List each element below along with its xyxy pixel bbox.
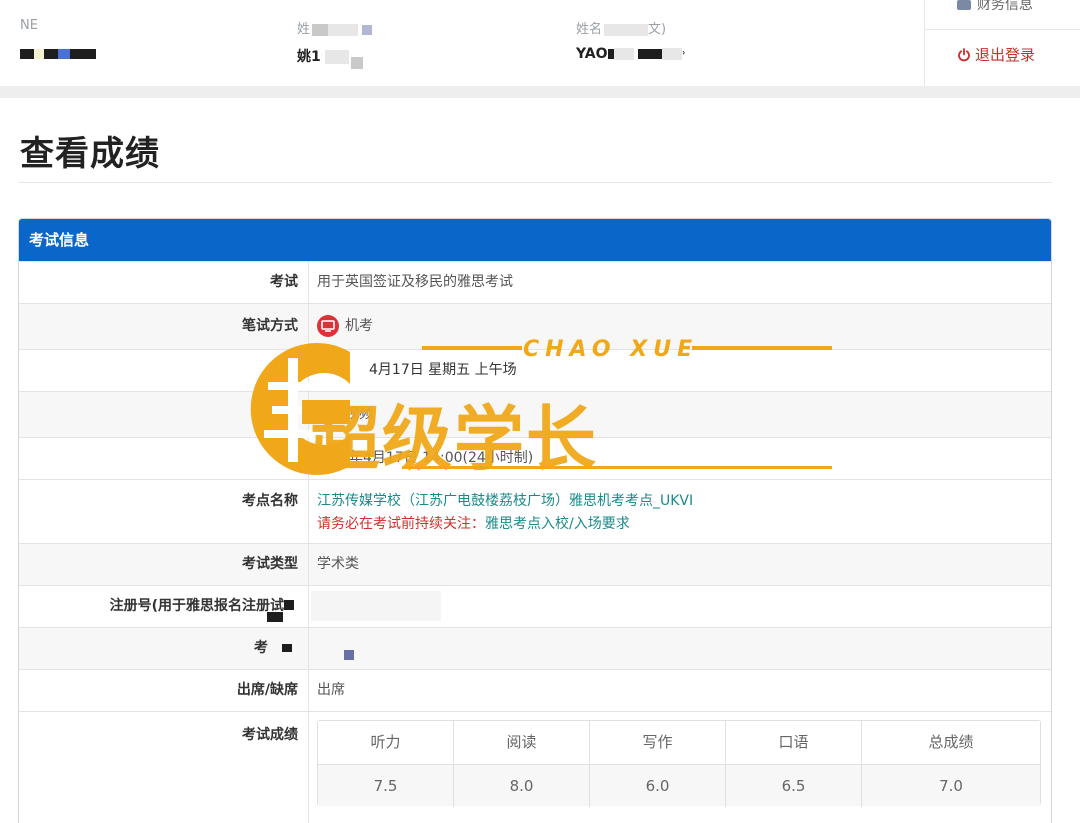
attendance-row: 出席/缺席 出席	[19, 669, 1051, 711]
row-value: 出席	[317, 682, 345, 698]
row-key: 口	[19, 438, 309, 479]
score-value-listening: 7.5	[318, 765, 454, 807]
computer-icon	[317, 315, 339, 337]
exam-type-row: 考试类型 学术类	[19, 543, 1051, 585]
wallet-icon	[957, 0, 971, 10]
score-value-overall: 7.0	[939, 777, 963, 795]
registration-number-row: 注册号(用于雅思报名注册试	[19, 585, 1051, 627]
user-field-value: YAO	[576, 46, 608, 62]
user-field-name-en: 姓名 文) YAO ˒	[576, 22, 686, 62]
score-header: 听力	[318, 721, 454, 763]
watermark-subtext: CHAO XUE	[523, 337, 699, 362]
score-value-writing: 6.0	[590, 765, 726, 807]
row-key: 考试类型	[19, 544, 309, 585]
score-header: 口语	[726, 721, 862, 763]
exam-info-panel: 考试信息 考试 用于英国签证及移民的雅思考试 笔试方式 机考 4月17日 星期五…	[18, 218, 1052, 823]
user-field-value: 姚	[297, 49, 311, 65]
score-header: 阅读	[454, 721, 590, 763]
user-field-label-tail: 文)	[648, 22, 667, 37]
logout-label: 退出登录	[975, 46, 1036, 64]
row-value: 用于英国签证及移民的雅思考试	[317, 274, 513, 290]
finance-info-link[interactable]: 财务信息	[925, 0, 1080, 30]
row-key: 考	[254, 640, 268, 656]
score-value-reading: 8.0	[454, 765, 590, 807]
row-key: 出席/缺席	[19, 670, 309, 711]
exam-scores-row: 考试成绩 听力 阅读 写作 口语 总成绩 7.5 8.0 6.0 6.5 7.0	[19, 711, 1051, 823]
exam-row: 考试 用于英国签证及移民的雅思考试	[19, 261, 1051, 303]
test-center-name: 江苏传媒学校（江苏广电鼓楼荔枝广场）雅思机考考点_UKVI	[317, 493, 694, 509]
test-center-row: 考点名称 江苏传媒学校（江苏广电鼓楼荔枝广场）雅思机考考点_UKVI 请务必在考…	[19, 479, 1051, 543]
title-divider	[18, 182, 1052, 183]
scores-value-row: 7.5 8.0 6.0 6.5 7.0	[318, 764, 1040, 807]
user-field-label: 姓名	[576, 22, 603, 37]
row-key: 考点名称	[19, 480, 309, 543]
score-header: 写作	[590, 721, 726, 763]
row-key: 笔试方式	[19, 304, 309, 349]
user-field-label: NE	[20, 18, 38, 33]
user-field-label: 姓	[297, 22, 311, 37]
row-key	[19, 350, 309, 391]
score-header: 总成绩	[928, 733, 974, 751]
row-key: 考试成绩	[19, 712, 309, 823]
user-field-surname: 姓 姚1	[297, 18, 373, 69]
scores-header-row: 听力 阅读 写作 口语 总成绩	[318, 721, 1040, 763]
candidate-number-row: 考	[19, 627, 1051, 669]
row-key: 考试	[19, 262, 309, 303]
score-value-speaking: 6.5	[726, 765, 862, 807]
entry-requirements-link[interactable]: 雅思考点入校/入场要求	[485, 516, 630, 532]
account-side-menu: 财务信息 退出登录	[924, 0, 1080, 86]
user-field-ne: NE	[20, 18, 96, 62]
row-value: 机考	[345, 318, 373, 334]
header-divider	[0, 86, 1080, 98]
finance-info-label: 财务信息	[977, 0, 1033, 13]
logout-button[interactable]: 退出登录	[925, 40, 1080, 72]
user-info-strip: NE 姓 姚1 姓名 文) YAO ˒ 财务信息 退出登录	[0, 0, 1080, 86]
panel-header: 考试信息	[19, 219, 1051, 261]
watermark-text: 超级学长	[310, 398, 598, 480]
row-key: 注册号(用于雅思报名注册试	[109, 598, 284, 614]
power-icon	[958, 48, 970, 62]
page-title: 查看成绩	[20, 134, 160, 174]
notice-prefix: 请务必在考试前持续关注：	[317, 516, 485, 532]
row-key: 方式	[19, 392, 309, 437]
scores-table: 听力 阅读 写作 口语 总成绩 7.5 8.0 6.0 6.5 7.0	[317, 720, 1041, 807]
row-value: 学术类	[317, 556, 359, 572]
user-field-value-redacted	[20, 46, 96, 62]
